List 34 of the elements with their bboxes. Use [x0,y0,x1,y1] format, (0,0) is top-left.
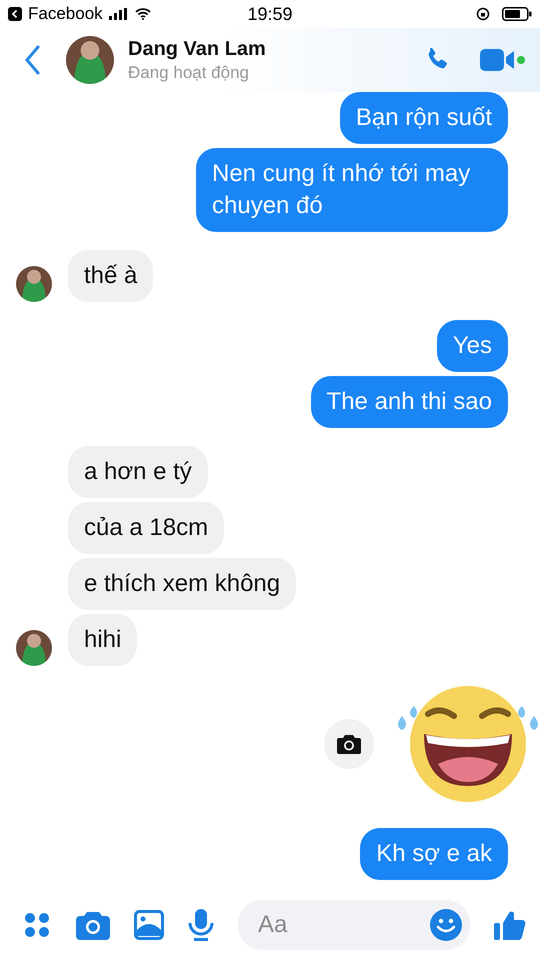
active-status: Đang hoạt động [128,62,250,82]
wifi-icon [134,8,151,20]
more-icon[interactable] [22,910,52,940]
contact-name: Dang Van Lam [128,38,267,60]
image-icon[interactable] [134,910,164,940]
camera-icon [337,734,361,754]
message-bubble: thế à [68,250,154,302]
rotation-lock-icon [476,7,490,21]
message-bubble: e thích xem không [68,558,296,610]
message-bubble: Yes [436,320,508,372]
message-bubble: a hơn e tý [68,446,208,498]
message-bubble: Bạn rộn suốt [340,92,508,144]
message-bubble: Kh sợ e ak [360,828,508,880]
back-icon[interactable] [24,45,40,75]
avatar[interactable] [66,36,114,84]
signal-icon [108,8,129,20]
video-call-icon[interactable] [480,47,526,73]
message-field[interactable]: Aa [238,900,470,950]
message-input[interactable]: Aa [256,910,430,940]
battery-icon [502,7,532,21]
thumbs-up-icon[interactable] [494,909,526,941]
microphone-icon[interactable] [188,909,214,941]
camera-icon[interactable] [76,910,110,940]
message-bubble: của a 18cm [68,502,224,554]
back-app-label[interactable]: Facebook [28,4,103,24]
avatar [16,630,52,666]
camera-button[interactable] [324,719,374,769]
message-bubble: hihi [68,614,138,666]
message-bubble: Nen cung ít nhớ tới may chuyen đó [196,148,508,232]
emoji-icon[interactable] [430,909,462,941]
back-app-icon[interactable] [8,7,22,21]
avatar [16,266,52,302]
message-bubble: The anh thi sao [310,376,508,428]
clock-time: 19:59 [247,4,293,24]
